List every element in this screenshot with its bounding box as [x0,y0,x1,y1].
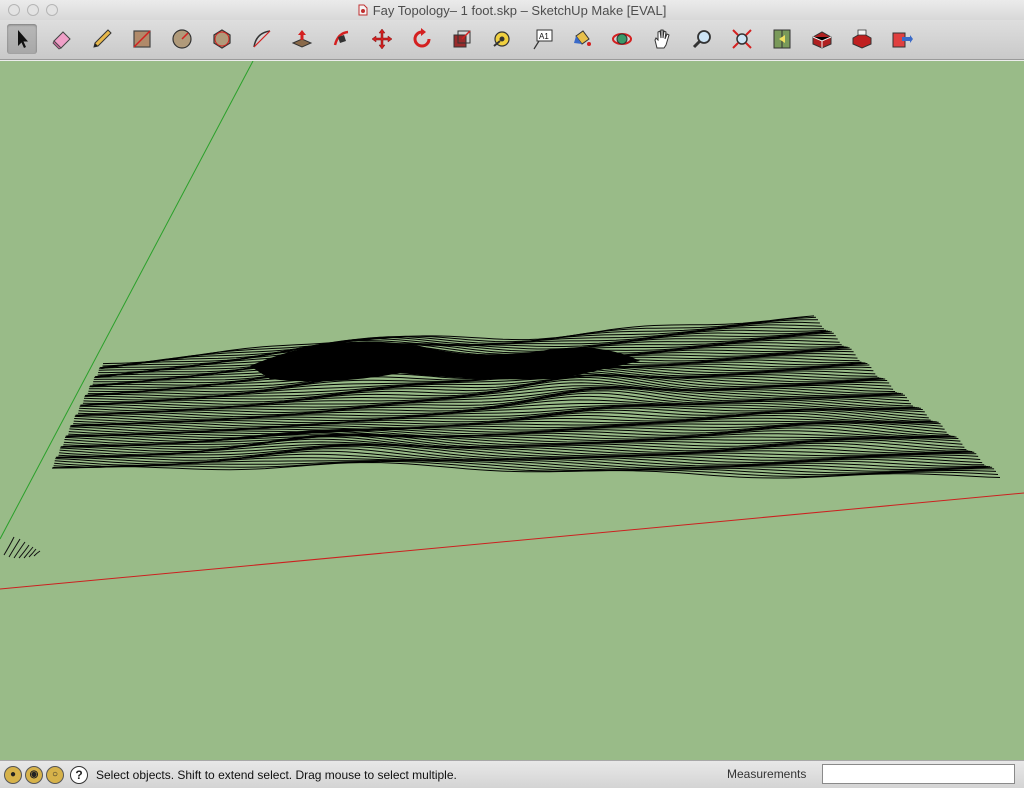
pencil-line-icon [93,29,112,48]
geo-location-icon[interactable]: ● [4,765,22,784]
circle-tool-button[interactable] [167,24,197,54]
scene-canvas[interactable] [0,61,1024,760]
credits-icon[interactable]: ◉ [25,765,43,784]
zoom-magnifier-icon [692,30,711,49]
select-arrow-icon [18,30,28,48]
3d-warehouse-icon [812,31,832,49]
window-title-area: Fay Topology– 1 foot.skp – SketchUp Make… [358,2,667,18]
paint-bucket-tool-button[interactable] [567,24,597,54]
contour-line [61,433,965,448]
title-bar: Fay Topology– 1 foot.skp – SketchUp Make… [0,0,1024,20]
rotate-tool-button[interactable] [407,24,437,54]
close-window-button[interactable] [8,4,20,16]
3d-warehouse-tool-button[interactable] [807,24,837,54]
window-title: Fay Topology– 1 foot.skp – SketchUp Make… [372,2,667,18]
tape-measure-tool-button[interactable] [487,24,517,54]
zoom-window-button[interactable] [46,4,58,16]
paint-bucket-icon [574,30,591,46]
push-pull-icon [291,30,313,48]
measurements-field[interactable] [822,764,1015,784]
text-tool-button[interactable]: A1 [527,24,557,54]
measurements-label: Measurements [727,767,807,781]
text-label-icon: A1 [533,29,553,50]
eraser-icon [52,31,71,50]
zoom-extents-tool-button[interactable] [727,24,757,54]
modeling-viewport[interactable] [0,61,1024,760]
pencil-tool-button[interactable] [87,24,117,54]
follow-me-tool-button[interactable] [327,24,357,54]
scale-tool-button[interactable] [447,24,477,54]
rotate-icon [413,28,431,48]
eraser-tool-button[interactable] [47,24,77,54]
extension-warehouse-icon [892,32,913,48]
rectangle-tool-button[interactable] [127,24,157,54]
move-arrows-icon [371,28,393,50]
orbit-icon [612,33,632,45]
circle-icon [172,29,192,49]
status-message: Select objects. Shift to extend select. … [96,767,457,782]
main-toolbar: A1 [0,20,1024,60]
contour-line [66,422,947,439]
pan-hand-icon [654,29,670,49]
tape-measure-icon [493,31,510,47]
select-tool-button[interactable] [7,24,37,54]
contour-lines [51,315,1001,479]
previous-view-tool-button[interactable] [767,24,797,54]
polygon-tool-button[interactable] [207,24,237,54]
arc-tool-button[interactable] [247,24,277,54]
rectangle-icon [133,30,151,48]
share-model-icon [852,29,872,49]
orbit-tool-button[interactable] [607,24,637,54]
red-axis-line [0,492,1024,590]
status-bar: ● ◉ ○ ? Select objects. Shift to extend … [0,760,1024,788]
follow-me-icon [333,30,349,46]
window-controls [8,4,58,16]
help-question-icon[interactable]: ? [70,765,88,784]
sketchup-window: Fay Topology– 1 foot.skp – SketchUp Make… [0,0,1024,788]
pan-tool-button[interactable] [647,24,677,54]
push-pull-tool-button[interactable] [287,24,317,54]
scale-icon [453,30,471,48]
polygon-icon [213,29,231,49]
arc-icon [253,30,271,48]
text-tool-glyph: A1 [539,32,549,41]
zoom-extents-icon [732,29,752,49]
previous-view-icon [773,29,791,49]
minimize-window-button[interactable] [27,4,39,16]
extension-warehouse-tool-button[interactable] [887,24,917,54]
zoom-tool-button[interactable] [687,24,717,54]
user-icon[interactable]: ○ [46,765,64,784]
help-glyph: ? [75,767,83,782]
share-model-tool-button[interactable] [847,24,877,54]
scale-figure-marker [3,536,41,559]
document-icon [358,4,368,16]
move-tool-button[interactable] [367,24,397,54]
